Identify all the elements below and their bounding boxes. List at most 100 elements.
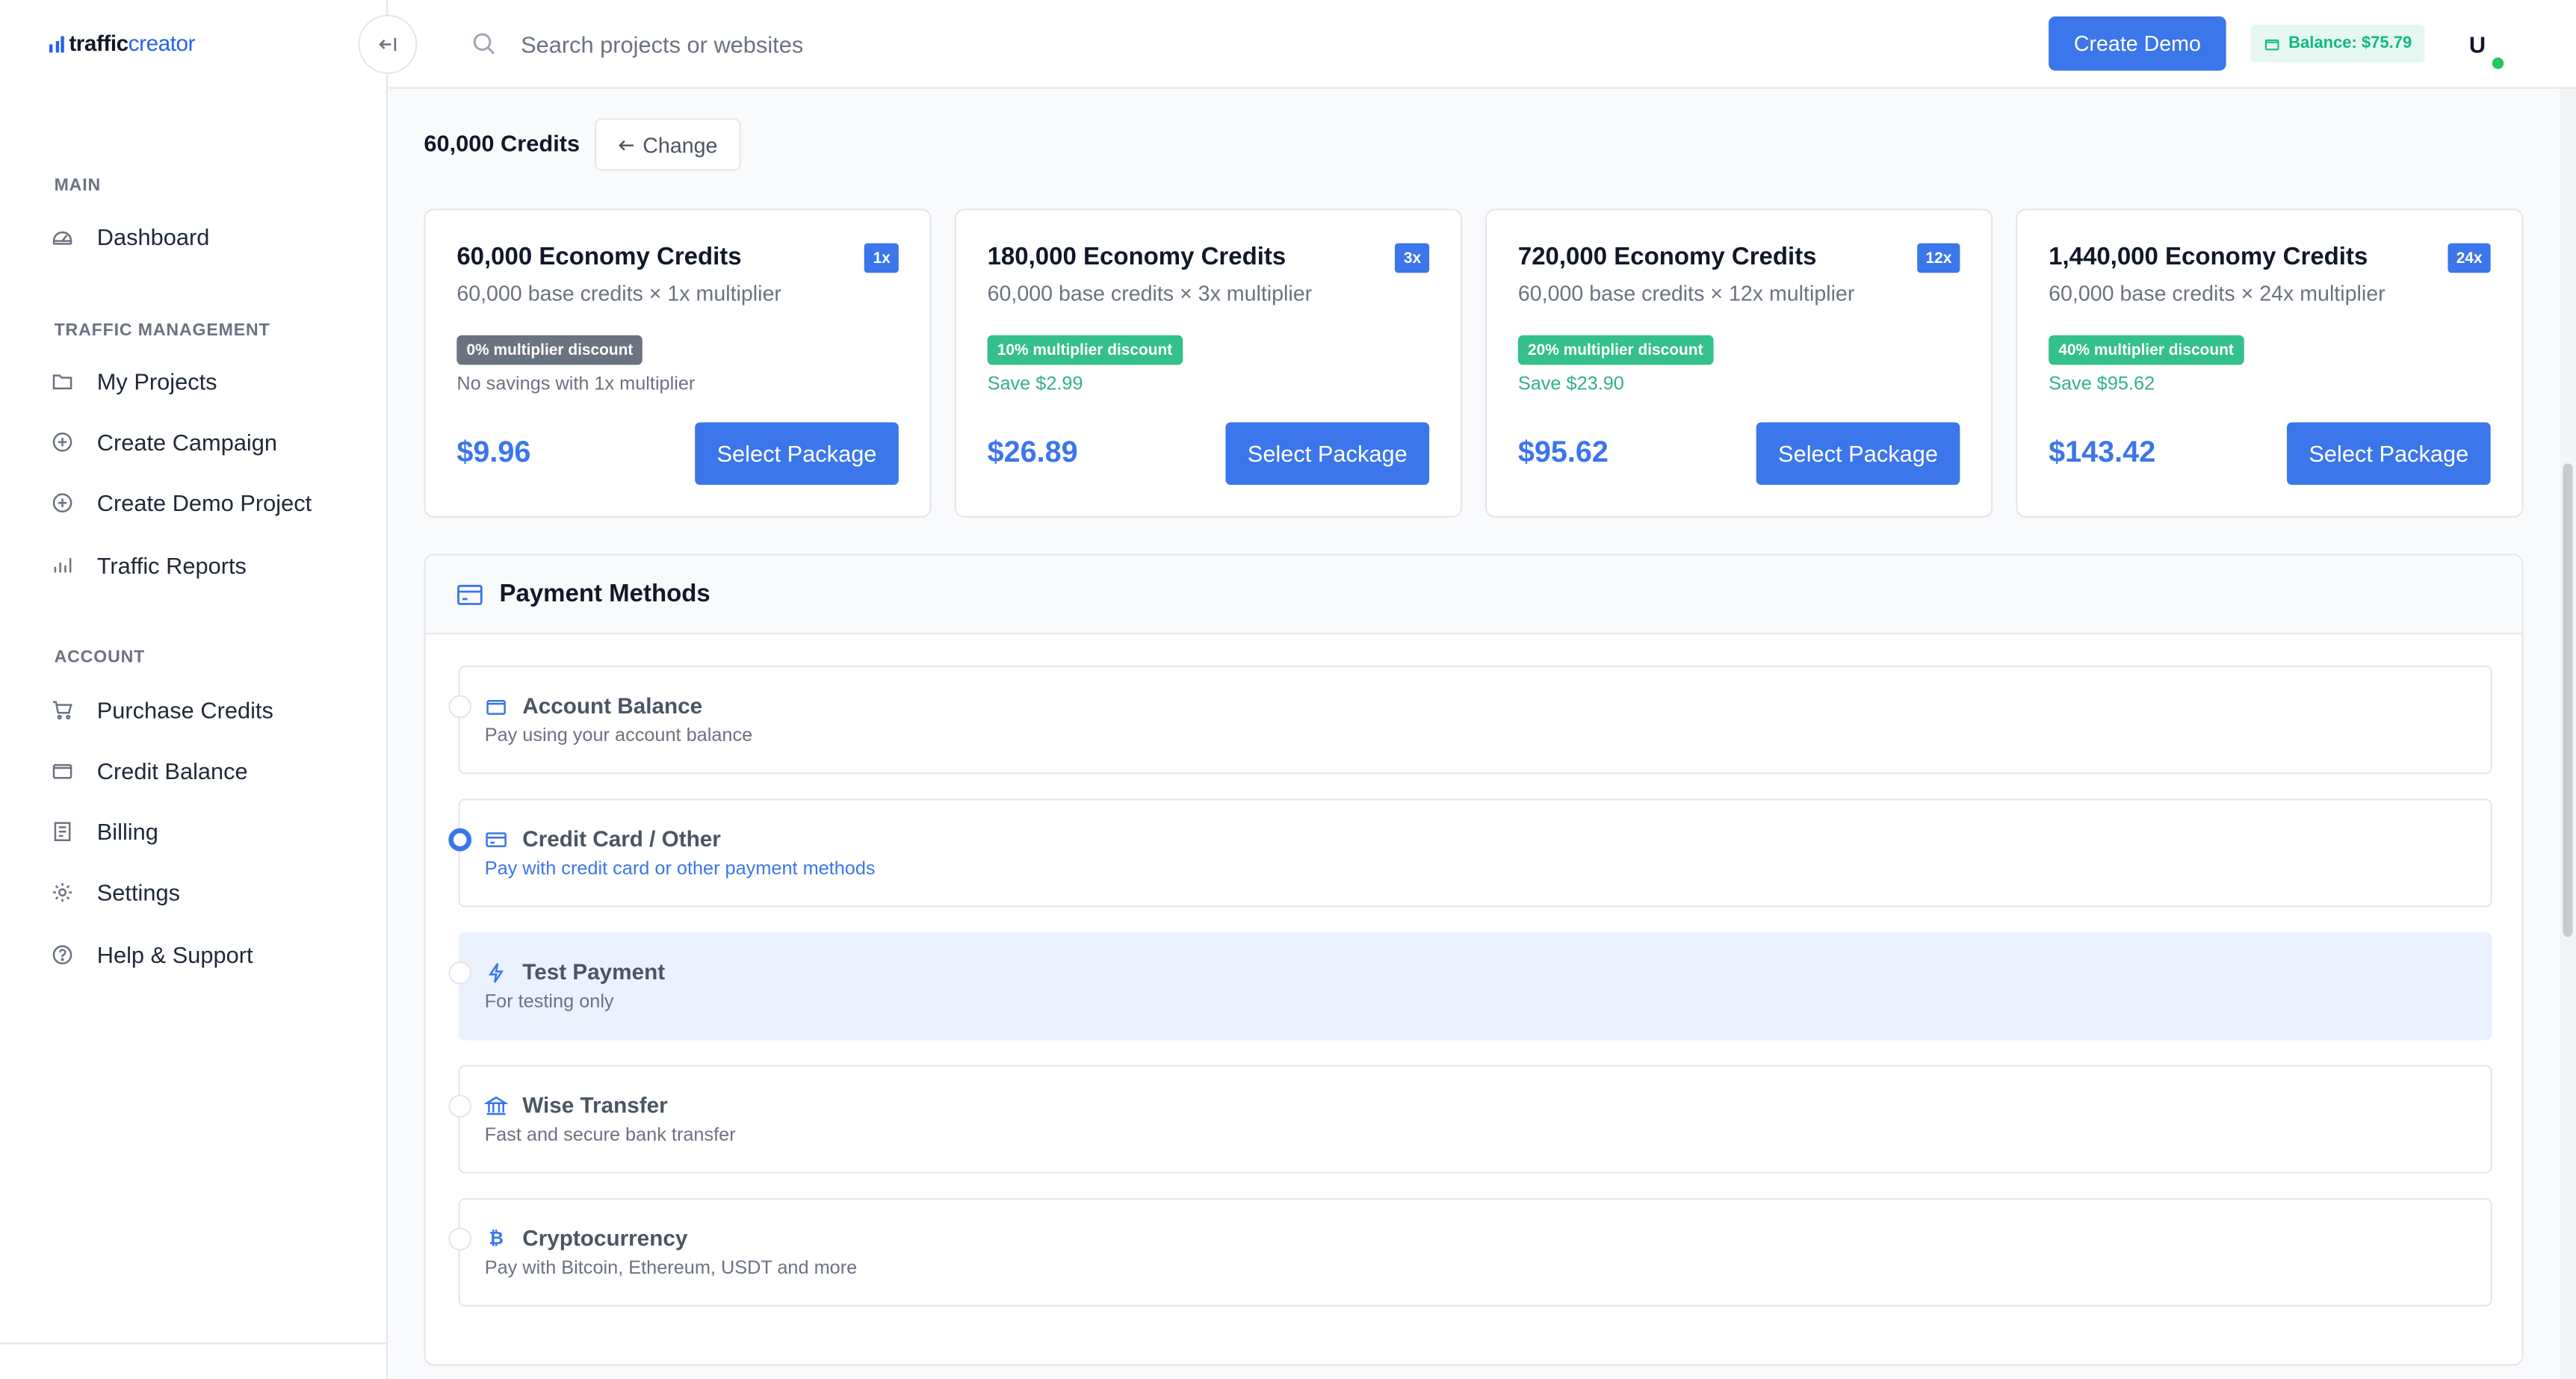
- payment-option-wise-transfer[interactable]: Wise Transfer Fast and secure bank trans…: [448, 1065, 2492, 1174]
- collapse-arrow-icon: [379, 37, 397, 52]
- bar-chart-icon: [49, 553, 74, 577]
- bolt-icon: [485, 961, 508, 985]
- package-subtitle: 60,000 base credits × 3x multiplier: [987, 281, 1313, 306]
- payment-option-title: Wise Transfer: [522, 1093, 668, 1118]
- sidebar-item-my-projects[interactable]: My Projects: [49, 362, 217, 401]
- package-subtitle: 60,000 base credits × 1x multiplier: [456, 281, 781, 306]
- search-input[interactable]: [521, 22, 1507, 66]
- payment-option-account-balance[interactable]: Account Balance Pay using your account b…: [448, 666, 2492, 775]
- plus-circle-icon: [49, 491, 74, 515]
- sidebar-item-label: Settings: [96, 879, 180, 906]
- savings-text: Save $23.90: [1517, 374, 1624, 394]
- folder-icon: [49, 369, 74, 394]
- payment-option-desc: Fast and secure bank transfer: [484, 1126, 736, 1146]
- brand-logo[interactable]: traffic creator: [49, 31, 196, 56]
- payment-radio[interactable]: [448, 1227, 472, 1251]
- create-demo-button[interactable]: Create Demo: [2049, 16, 2226, 71]
- brand-name-light: creator: [128, 31, 196, 56]
- package-title: 720,000 Economy Credits: [1517, 243, 1817, 271]
- discount-badge: 0% multiplier discount: [456, 335, 643, 365]
- balance-badge[interactable]: Balance: $75.79: [2250, 25, 2425, 63]
- savings-text: Save $2.99: [987, 374, 1083, 394]
- sidebar-item-billing[interactable]: Billing: [49, 812, 158, 852]
- search-icon: [473, 33, 495, 55]
- sidebar-item-label: Dashboard: [96, 223, 210, 250]
- sidebar-item-label: Help & Support: [96, 941, 253, 968]
- plus-circle-icon: [49, 430, 74, 454]
- sidebar-item-dashboard[interactable]: Dashboard: [49, 217, 209, 256]
- sidebar-item-settings[interactable]: Settings: [49, 873, 180, 912]
- payment-option-test-payment[interactable]: Test Payment For testing only: [448, 932, 2492, 1041]
- discount-badge: 20% multiplier discount: [1517, 335, 1713, 365]
- selected-credits-label: 60,000 Credits: [424, 129, 580, 156]
- package-title: 1,440,000 Economy Credits: [2049, 243, 2368, 271]
- sidebar-collapse-button[interactable]: [358, 14, 418, 74]
- select-package-button[interactable]: Select Package: [2286, 422, 2491, 485]
- sidebar-item-label: Create Campaign: [96, 429, 278, 456]
- select-package-button[interactable]: Select Package: [1225, 422, 1430, 485]
- page-scrollbar[interactable]: [2560, 88, 2576, 1379]
- package-card-3x: 180,000 Economy Credits 3x 60,000 base c…: [954, 208, 1463, 518]
- payment-option-desc: Pay with Bitcoin, Ethereum, USDT and mor…: [484, 1259, 858, 1279]
- sidebar-item-help-support[interactable]: Help & Support: [49, 935, 253, 975]
- sidebar-item-label: Traffic Reports: [96, 552, 247, 579]
- payment-option-title: Test Payment: [522, 959, 666, 985]
- payment-option-desc: Pay with credit card or other payment me…: [484, 859, 876, 879]
- balance-text: Balance: $75.79: [2288, 34, 2412, 53]
- change-label: Change: [643, 132, 718, 158]
- sidebar-item-label: Create Demo Project: [96, 489, 312, 516]
- payment-radio[interactable]: [448, 695, 472, 719]
- package-price: $95.62: [1517, 436, 1609, 468]
- package-card-24x: 1,440,000 Economy Credits 24x 60,000 bas…: [2016, 208, 2524, 518]
- payment-radio[interactable]: [448, 961, 472, 985]
- brand-name-bold: traffic: [69, 31, 129, 56]
- package-card-12x: 720,000 Economy Credits 12x 60,000 base …: [1484, 208, 1993, 518]
- payment-radio-selected[interactable]: [448, 828, 472, 852]
- multiplier-badge: 3x: [1395, 243, 1430, 273]
- section-label-main: MAIN: [54, 176, 102, 196]
- change-credits-button[interactable]: Change: [595, 118, 741, 171]
- payment-methods-header: Payment Methods: [425, 555, 2522, 635]
- sidebar-item-credit-balance[interactable]: Credit Balance: [49, 751, 248, 790]
- cart-icon: [49, 698, 74, 722]
- sidebar-item-traffic-reports[interactable]: Traffic Reports: [49, 545, 247, 585]
- payment-methods-title: Payment Methods: [499, 580, 710, 608]
- package-price: $9.96: [456, 436, 531, 468]
- discount-badge: 40% multiplier discount: [2049, 335, 2244, 365]
- sidebar-item-label: Purchase Credits: [96, 696, 273, 723]
- payment-methods-panel: Payment Methods Account Balance Pay usin…: [424, 554, 2524, 1366]
- multiplier-badge: 12x: [1917, 243, 1960, 273]
- package-subtitle: 60,000 base credits × 12x multiplier: [1517, 281, 1855, 306]
- sidebar-item-purchase-credits[interactable]: Purchase Credits: [49, 690, 273, 730]
- logo-bars-icon: [49, 35, 64, 52]
- wallet-icon: [2264, 38, 2279, 50]
- section-label-account: ACCOUNT: [54, 647, 146, 668]
- sidebar-footer-divider: [0, 1342, 388, 1345]
- sidebar-item-label: Billing: [96, 818, 158, 845]
- online-status-dot: [2490, 55, 2506, 71]
- sidebar-item-create-demo-project[interactable]: Create Demo Project: [49, 483, 312, 523]
- payment-option-cryptocurrency[interactable]: ₿ Cryptocurrency Pay with Bitcoin, Ether…: [448, 1197, 2492, 1307]
- savings-text: No savings with 1x multiplier: [456, 374, 696, 394]
- payment-radio[interactable]: [448, 1094, 472, 1118]
- bitcoin-icon: ₿: [489, 1229, 504, 1249]
- receipt-icon: [49, 819, 74, 844]
- discount-badge: 10% multiplier discount: [987, 335, 1183, 365]
- package-price: $143.42: [2049, 436, 2156, 468]
- credit-card-icon: [457, 584, 483, 605]
- sidebar: traffic creator MAIN Dashboard TRAFFIC MA…: [0, 0, 388, 1379]
- credit-card-icon: [485, 828, 508, 852]
- sidebar-item-label: My Projects: [96, 368, 217, 394]
- package-subtitle: 60,000 base credits × 24x multiplier: [2049, 281, 2385, 306]
- sidebar-item-create-campaign[interactable]: Create Campaign: [49, 422, 277, 462]
- scrollbar-thumb[interactable]: [2563, 463, 2573, 937]
- bank-icon: [484, 1094, 508, 1118]
- section-label-traffic: TRAFFIC MANAGEMENT: [54, 320, 270, 341]
- savings-text: Save $95.62: [2049, 374, 2155, 394]
- arrow-left-icon: [619, 139, 634, 150]
- multiplier-badge: 1x: [864, 243, 899, 273]
- payment-option-credit-card[interactable]: Credit Card / Other Pay with credit card…: [448, 799, 2492, 908]
- multiplier-badge: 24x: [2447, 243, 2491, 273]
- select-package-button[interactable]: Select Package: [695, 422, 899, 485]
- select-package-button[interactable]: Select Package: [1756, 422, 1960, 485]
